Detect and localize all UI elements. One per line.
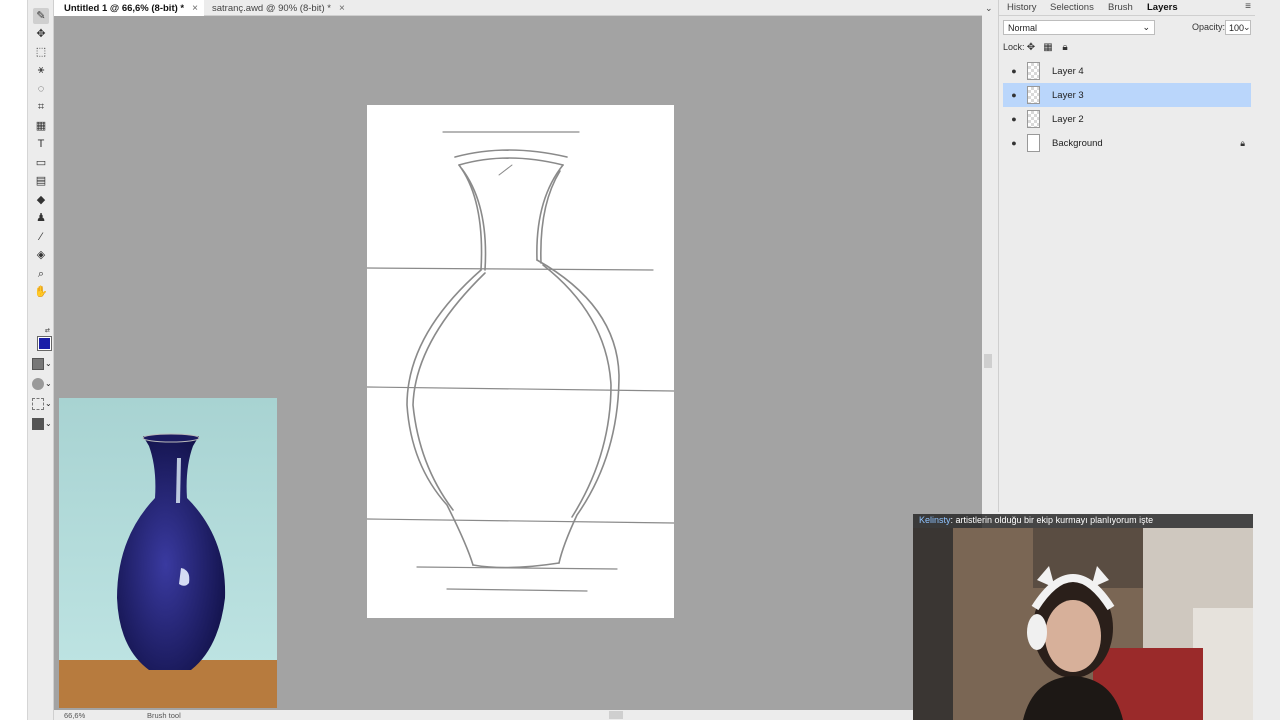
- texture-icon[interactable]: [32, 398, 44, 410]
- opacity-label: Opacity:: [1192, 22, 1226, 32]
- eraser-icon[interactable]: ◆: [33, 192, 49, 208]
- eye-icon[interactable]: ●: [1007, 90, 1021, 100]
- chat-overlay: Kelinsty: artistlerin olduğu bir ekip ku…: [913, 514, 1253, 528]
- eyedropper-icon[interactable]: ⁄: [33, 229, 49, 245]
- reference-vase-photo: [59, 398, 277, 708]
- tab-label: Untitled 1 @ 66,6% (8-bit) *: [64, 2, 185, 14]
- menu-icon[interactable]: ≡: [1245, 1, 1251, 12]
- scrollbar-thumb[interactable]: [984, 354, 992, 368]
- layer-row-layer-3[interactable]: ● Layer 3: [1003, 83, 1251, 107]
- vase-sketch: [367, 131, 674, 592]
- tab-satranc[interactable]: satranç.awd @ 90% (8-bit) * ×: [202, 0, 352, 16]
- document-canvas[interactable]: [367, 105, 674, 618]
- canvas-workspace[interactable]: [54, 16, 982, 710]
- shape-icon[interactable]: ▭: [33, 155, 49, 171]
- zoom-icon[interactable]: ⌕: [33, 266, 49, 282]
- brush-tip-icon[interactable]: [32, 378, 44, 390]
- zoom-readout: 66,6%: [64, 711, 86, 720]
- lock-position-icon[interactable]: ✥: [1025, 41, 1037, 53]
- layer-row-layer-4[interactable]: ● Layer 4: [1003, 59, 1251, 83]
- tab-brush[interactable]: Brush: [1108, 2, 1133, 13]
- blend-mode-select[interactable]: Normal ⌄: [1003, 20, 1155, 35]
- layer-thumbnail: [1027, 110, 1040, 128]
- tab-layers[interactable]: Layers: [1147, 2, 1178, 13]
- document-tabbar: Untitled 1 @ 66,6% (8-bit) * × satranç.a…: [54, 0, 982, 16]
- lock-all-icon[interactable]: 🔒︎: [1059, 41, 1071, 53]
- crop-icon[interactable]: ⌗: [33, 99, 49, 115]
- layers-panel: History Selections Brush Layers ≡ Normal…: [998, 0, 1255, 512]
- chevron-down-icon[interactable]: ⌄: [45, 359, 52, 368]
- blend-mode-value: Normal: [1008, 23, 1038, 33]
- layer-name: Layer 3: [1052, 89, 1084, 101]
- layer-thumbnail: [1027, 134, 1040, 152]
- status-tool-name: Brush tool: [147, 711, 181, 720]
- toolbar: ✎ ✥ ⬚ ⚹ ◌ ⌗ ▦ T ▭ ▤ ◆ ♟ ⁄ ◈ ⌕ ✋ ⇄ ⌄ ⌄ ⌄ …: [28, 0, 54, 720]
- text-icon[interactable]: T: [33, 136, 49, 152]
- chat-username: Kelinsty: [919, 515, 951, 525]
- chevron-down-icon[interactable]: ⌄: [45, 379, 52, 388]
- layer-row-background[interactable]: ● Background 🔒︎: [1003, 131, 1251, 155]
- paint-bucket-icon[interactable]: ◈: [33, 247, 49, 263]
- eye-icon[interactable]: ●: [1007, 114, 1021, 124]
- horizontal-scrollbar[interactable]: [609, 711, 623, 719]
- stamp-icon[interactable]: ♟: [33, 210, 49, 226]
- slice-icon[interactable]: ▦: [33, 118, 49, 134]
- chevron-down-icon[interactable]: ⌄: [45, 419, 52, 428]
- tab-untitled-1[interactable]: Untitled 1 @ 66,6% (8-bit) * ×: [54, 0, 204, 16]
- status-bar: 66,6% Brush tool: [54, 710, 982, 720]
- lock-label: Lock:: [1003, 42, 1025, 52]
- layer-thumbnail: [1027, 62, 1040, 80]
- eye-icon[interactable]: ●: [1007, 66, 1021, 76]
- gradient-icon[interactable]: ▤: [33, 173, 49, 189]
- pattern-icon[interactable]: [32, 418, 44, 430]
- layer-name: Background: [1052, 137, 1103, 149]
- left-edge-strip: [0, 0, 28, 720]
- tab-selections[interactable]: Selections: [1050, 2, 1094, 13]
- marquee-icon[interactable]: ⬚: [33, 44, 49, 60]
- chevron-down-icon[interactable]: ⌄: [45, 399, 52, 408]
- close-icon[interactable]: ×: [339, 3, 345, 14]
- lasso-icon[interactable]: ◌: [33, 81, 49, 97]
- tab-label: satranç.awd @ 90% (8-bit) *: [212, 2, 331, 14]
- brush-icon[interactable]: ✎: [33, 8, 49, 24]
- layer-row-layer-2[interactable]: ● Layer 2: [1003, 107, 1251, 131]
- swap-colors-icon[interactable]: ⇄: [45, 327, 51, 334]
- webcam-feed: [913, 528, 1253, 720]
- magic-wand-icon[interactable]: ⚹: [33, 62, 49, 78]
- layer-name: Layer 4: [1052, 65, 1084, 77]
- panel-tabbar: History Selections Brush Layers ≡: [999, 0, 1255, 16]
- tab-history[interactable]: History: [1007, 2, 1037, 13]
- chat-message: : artistlerin olduğu bir ekip kurmayı pl…: [950, 515, 1154, 525]
- layer-list: ● Layer 4 ● Layer 3 ● Layer 2 ● Backgrou…: [1003, 59, 1251, 155]
- chevron-down-icon[interactable]: ⌄: [985, 3, 993, 14]
- chevron-down-icon[interactable]: ⌄: [1243, 22, 1251, 33]
- hand-icon[interactable]: ✋: [33, 284, 49, 300]
- chevron-down-icon: ⌄: [1142, 22, 1150, 32]
- brush-preset-icon[interactable]: [32, 358, 44, 370]
- lock-icon: 🔒︎: [1240, 137, 1245, 148]
- eye-icon[interactable]: ●: [1007, 138, 1021, 148]
- layer-thumbnail: [1027, 86, 1040, 104]
- foreground-color-swatch[interactable]: [37, 336, 52, 351]
- layer-name: Layer 2: [1052, 113, 1084, 125]
- lock-transparency-icon[interactable]: ▦: [1042, 41, 1054, 53]
- close-icon[interactable]: ×: [192, 3, 198, 14]
- move-icon[interactable]: ✥: [33, 26, 49, 42]
